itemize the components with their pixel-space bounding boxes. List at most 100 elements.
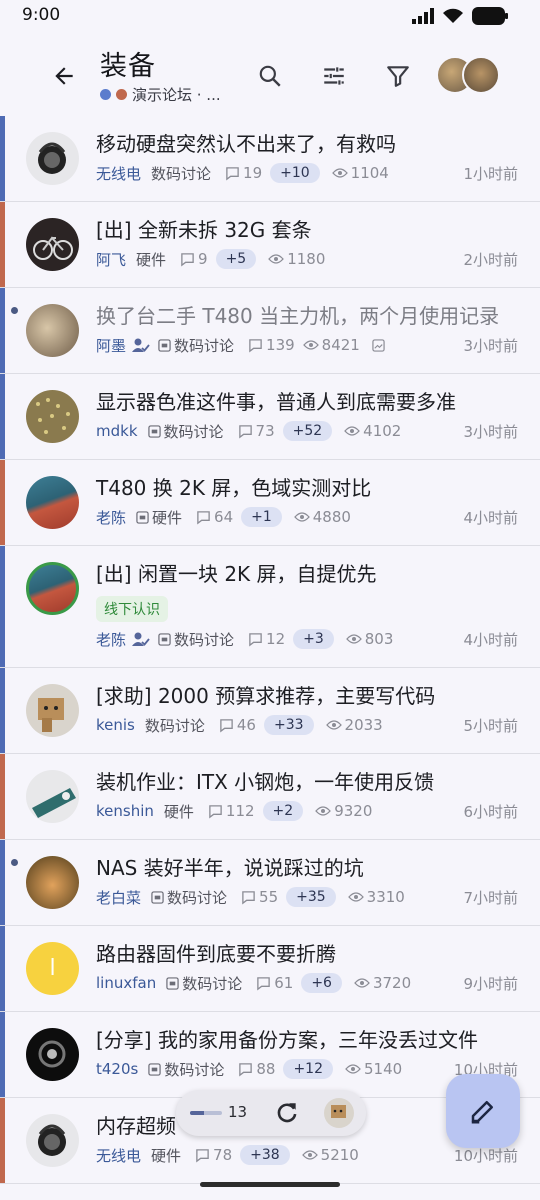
topic-time: 4小时前 <box>463 509 518 527</box>
topic-row[interactable]: [求助] 2000 预算求推荐，主要写代码 kenis 数码讨论 46 +33 … <box>0 668 540 754</box>
status-icons <box>412 7 508 25</box>
author-name[interactable]: t420s <box>96 1060 138 1078</box>
wifi-icon <box>443 8 463 23</box>
view-count: 3310 <box>347 888 405 906</box>
user-avatars[interactable] <box>436 56 502 94</box>
topic-row[interactable]: [出] 全新未拆 32G 套条 阿飞 硬件 9 +5 1180 2小时前 <box>0 202 540 288</box>
page-title: 装备 <box>100 51 156 82</box>
topic-row[interactable]: l 路由器固件到底要不要折腾 linuxfan 数码讨论 61 +6 3720 … <box>0 926 540 1012</box>
reply-count: 139 <box>248 336 295 354</box>
author-name[interactable]: 阿飞 <box>96 249 126 270</box>
back-button[interactable] <box>46 58 82 94</box>
new-replies-badge: +6 <box>301 973 342 993</box>
battery-icon <box>472 7 508 25</box>
eye-icon <box>268 254 285 264</box>
author-name[interactable]: 老陈 <box>96 507 126 528</box>
category-dot-blue <box>100 89 111 100</box>
avatar <box>26 476 79 529</box>
comment-icon <box>242 890 255 904</box>
category-name: 数码讨论 <box>158 335 234 356</box>
topic-title: [分享] 我的家用备份方案，三年没丢过文件 <box>96 1028 478 1052</box>
comment-icon <box>226 166 239 180</box>
page-subtitle: 演示论坛 · ... <box>100 84 221 105</box>
topic-meta: mdkk 数码讨论 73 +52 4102 <box>96 420 409 442</box>
filter-icon <box>387 66 409 87</box>
topic-title: T480 换 2K 屏，色域实测对比 <box>96 476 372 500</box>
avatar <box>26 218 79 271</box>
category-stripe <box>0 840 5 925</box>
new-replies-badge: +3 <box>293 629 334 649</box>
compose-button[interactable] <box>446 1074 520 1148</box>
new-replies-badge: +12 <box>283 1059 333 1079</box>
topic-meta: linuxfan 数码讨论 61 +6 3720 <box>96 972 419 994</box>
avatar <box>324 1098 354 1128</box>
eye-icon <box>354 978 370 988</box>
view-count: 803 <box>345 630 393 648</box>
avatar <box>26 304 79 357</box>
eye-icon <box>331 168 348 178</box>
author-name[interactable]: 无线电 <box>96 1145 141 1166</box>
search-button[interactable] <box>250 56 290 96</box>
reply-count: 112 <box>208 802 255 820</box>
topic-meta: 无线电 数码讨论 19 +10 1104 <box>96 162 397 184</box>
new-replies-badge: +1 <box>241 507 282 527</box>
author-name[interactable]: linuxfan <box>96 974 156 992</box>
topic-row[interactable]: T480 换 2K 屏，色域实测对比 老陈 硬件 64 +1 4880 4小时前 <box>0 460 540 546</box>
comment-icon <box>239 1062 253 1076</box>
category-icon <box>166 976 179 990</box>
author-name[interactable]: 老白菜 <box>96 887 141 908</box>
author-name[interactable]: 无线电 <box>96 163 141 184</box>
eye-icon <box>315 806 332 816</box>
reply-count: 61 <box>256 974 293 992</box>
view-count: 4102 <box>344 422 401 440</box>
new-replies-badge: +5 <box>215 249 257 269</box>
unread-dot <box>11 859 18 866</box>
view-count: 8421 <box>302 336 360 354</box>
topic-row[interactable]: 装机作业：ITX 小钢炮，一年使用反馈 kenshin 硬件 112 +2 93… <box>0 754 540 840</box>
topic-tag[interactable]: 线下认识 <box>96 596 168 622</box>
category-dot-orange <box>116 89 127 100</box>
author-name[interactable]: 老陈 <box>96 629 126 650</box>
topic-row[interactable]: 换了台二手 T480 当主力机，两个月使用记录 阿墨 数码讨论 139 8421… <box>0 288 540 374</box>
topic-meta: kenis 数码讨论 46 +33 2033 <box>96 714 391 736</box>
subtitle-text: 演示论坛 · ... <box>132 86 221 104</box>
author-name[interactable]: 阿墨 <box>96 335 126 356</box>
new-topics-pill[interactable]: 13 <box>176 1090 366 1136</box>
refresh-icon[interactable] <box>274 1100 300 1126</box>
topic-title: [出] 闲置一块 2K 屏，自提优先 <box>96 562 377 586</box>
category-stripe <box>0 202 5 287</box>
topic-row[interactable]: [出] 闲置一块 2K 屏，自提优先 线下认识 老陈 数码讨论 12 +3 80… <box>0 546 540 668</box>
category-stripe <box>0 116 5 201</box>
image-icon <box>372 338 385 352</box>
author-name[interactable]: mdkk <box>96 422 138 440</box>
new-replies-badge: +10 <box>270 163 320 183</box>
topic-row[interactable]: NAS 装好半年，说说踩过的坑 老白菜 数码讨论 55 +35 3310 7小时… <box>0 840 540 926</box>
reply-count: 88 <box>238 1060 275 1078</box>
author-name[interactable]: kenshin <box>96 802 154 820</box>
topic-row[interactable]: 显示器色准这件事，普通人到底需要多准 mdkk 数码讨论 73 +52 4102… <box>0 374 540 460</box>
eye-icon <box>301 1150 318 1160</box>
comment-icon <box>181 252 194 266</box>
new-replies-badge: +33 <box>263 715 314 735</box>
eye-icon <box>345 1064 361 1074</box>
unread-dot <box>11 307 18 314</box>
topic-meta: t420s 数码讨论 88 +12 5140 <box>96 1058 410 1080</box>
avatar <box>26 1114 79 1167</box>
eye-icon <box>293 512 310 522</box>
category-stripe <box>0 754 5 839</box>
author-name[interactable]: kenis <box>96 716 135 734</box>
view-count: 3720 <box>354 974 411 992</box>
category-stripe <box>0 460 5 545</box>
category-name: 数码讨论 <box>144 716 205 735</box>
avatar <box>26 1028 79 1081</box>
avatar <box>26 562 79 615</box>
avatar <box>26 770 79 823</box>
category-name: 硬件 <box>136 507 182 528</box>
topic-row[interactable]: 移动硬盘突然认不出来了，有救吗 无线电 数码讨论 19 +10 1104 1小时… <box>0 116 540 202</box>
view-count: 2033 <box>325 716 383 734</box>
topic-time: 3小时前 <box>463 423 518 441</box>
tune-button[interactable] <box>314 56 354 96</box>
comment-icon <box>249 338 262 352</box>
filter-button[interactable] <box>378 56 418 96</box>
topic-time: 3小时前 <box>463 337 518 355</box>
